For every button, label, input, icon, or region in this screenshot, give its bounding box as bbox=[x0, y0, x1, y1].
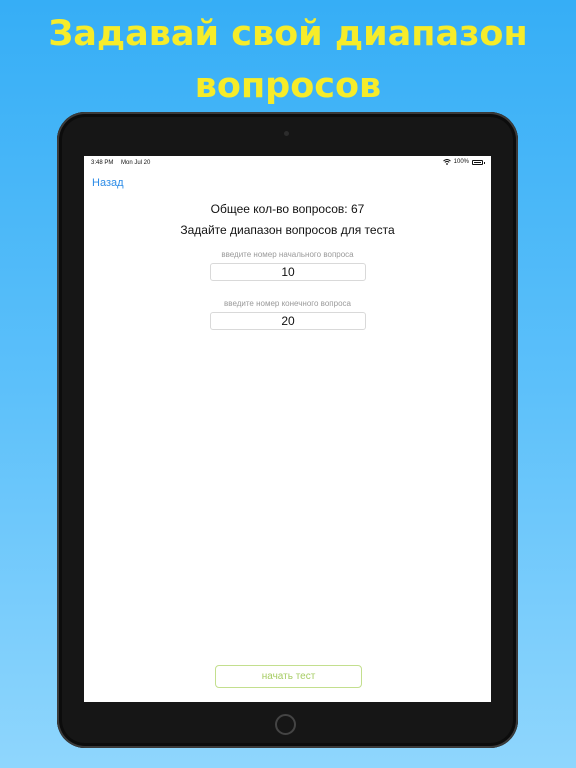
range-instruction: Задайте диапазон вопросов для теста bbox=[180, 223, 395, 237]
end-question-input[interactable] bbox=[210, 312, 366, 330]
start-test-button[interactable]: начать тест bbox=[215, 665, 362, 688]
status-bar: 3:48 PM Mon Jul 20 100% bbox=[84, 156, 491, 170]
status-indicators: 100% bbox=[442, 159, 485, 165]
start-question-caption: введите номер начального вопроса bbox=[221, 250, 354, 259]
total-questions-label: Общее кол-во вопросов: 67 bbox=[210, 202, 365, 216]
app-screen: 3:48 PM Mon Jul 20 100% Назад Общее кол-… bbox=[84, 156, 491, 702]
status-time: 3:48 PM bbox=[91, 160, 114, 166]
battery-percent: 100% bbox=[453, 159, 469, 165]
promo-headline: Задавай свой диапазон вопросов bbox=[48, 14, 528, 106]
tablet-frame: 3:48 PM Mon Jul 20 100% Назад Общее кол-… bbox=[57, 112, 518, 748]
camera-icon bbox=[284, 131, 289, 136]
end-question-caption: введите номер конечного вопроса bbox=[224, 299, 351, 308]
status-date: Mon Jul 20 bbox=[121, 160, 151, 166]
battery-icon bbox=[472, 159, 485, 165]
wifi-icon bbox=[442, 159, 451, 165]
home-button bbox=[275, 714, 296, 735]
start-question-input[interactable] bbox=[210, 263, 366, 281]
back-button[interactable]: Назад bbox=[92, 177, 124, 189]
